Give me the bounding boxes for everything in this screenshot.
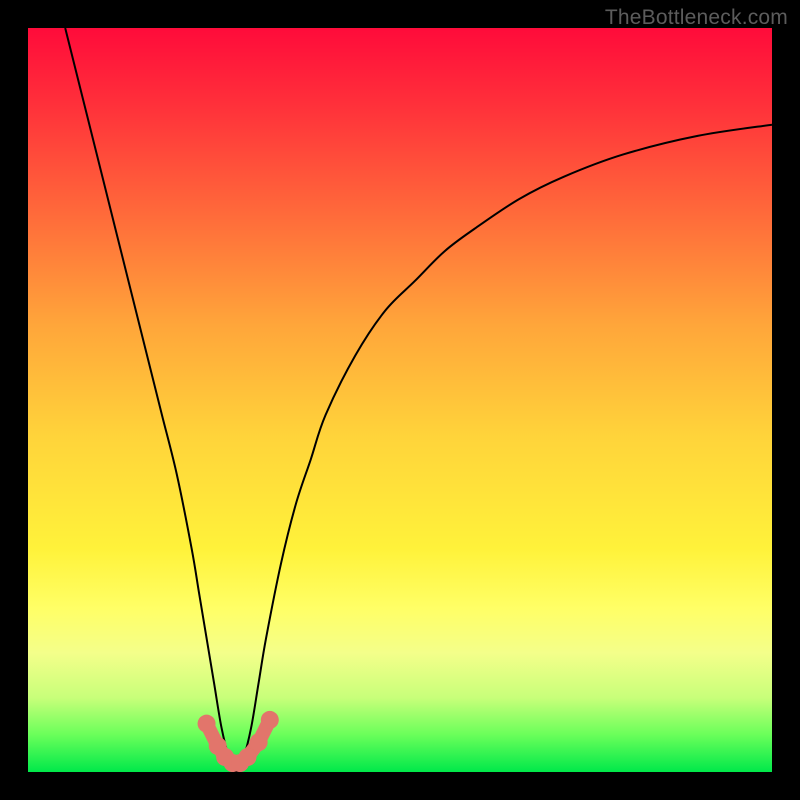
chart-frame: TheBottleneck.com <box>0 0 800 800</box>
marker-dot <box>198 715 216 733</box>
watermark-text: TheBottleneck.com <box>605 6 788 30</box>
gradient-background <box>28 28 772 772</box>
bottleneck-chart <box>28 28 772 772</box>
marker-dot <box>238 748 256 766</box>
plot-area <box>28 28 772 772</box>
marker-dot <box>261 711 279 729</box>
marker-dot <box>250 733 268 751</box>
